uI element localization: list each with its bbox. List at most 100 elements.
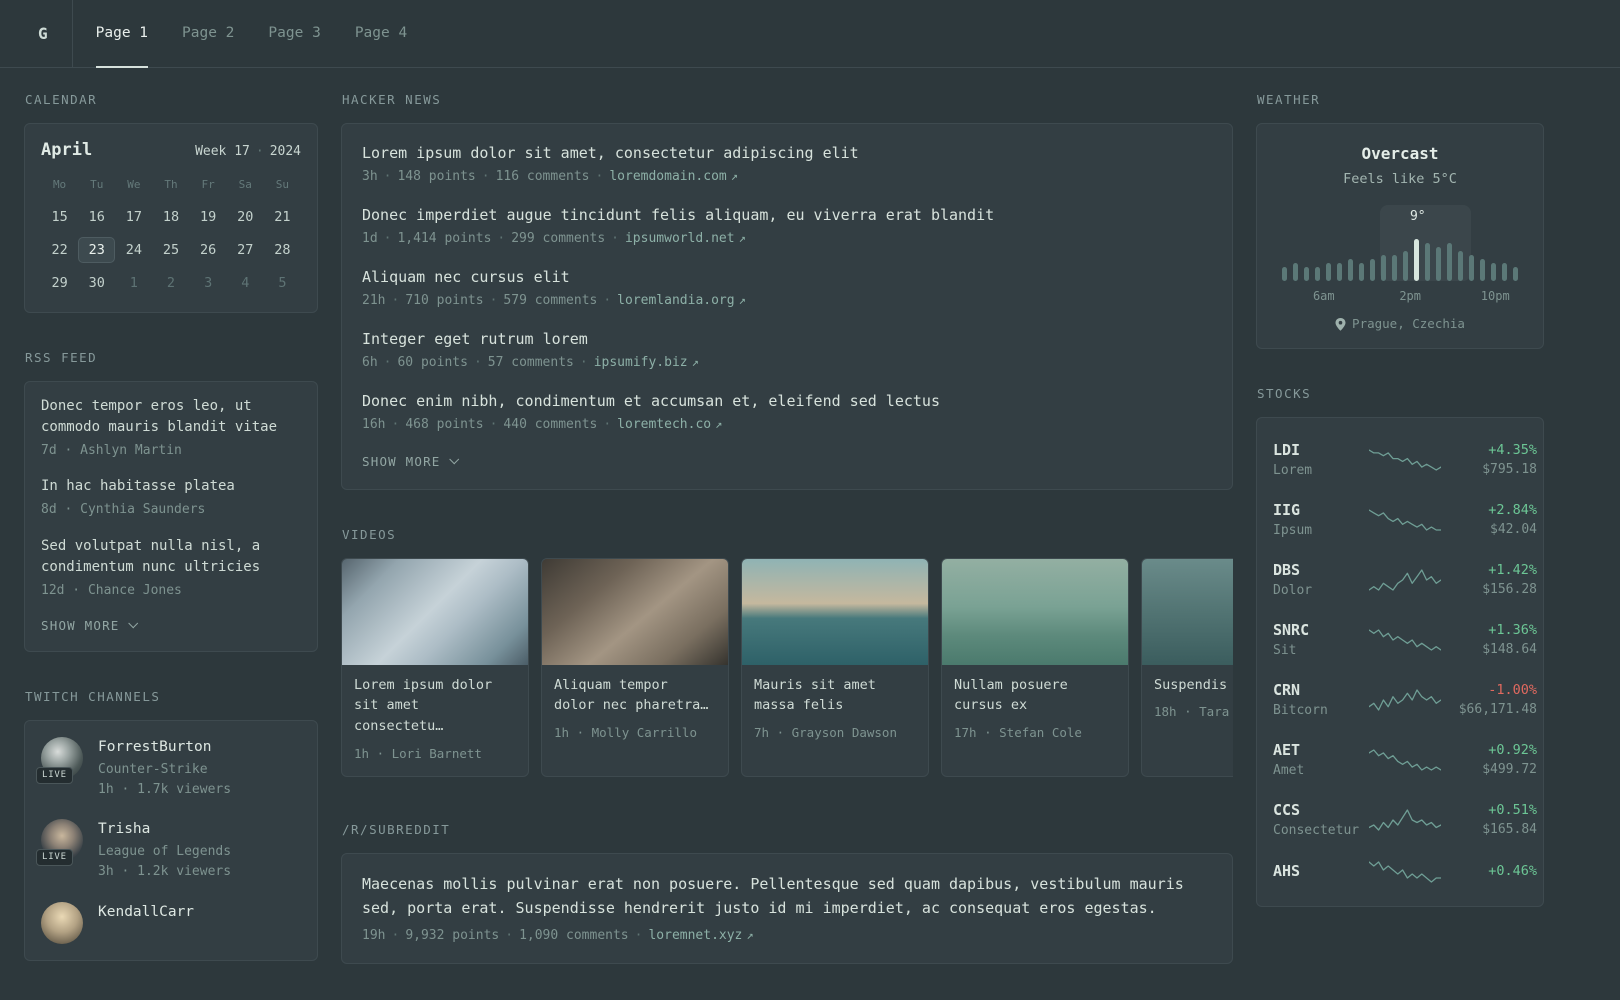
video-title: Suspendis diam (1154, 676, 1233, 693)
video-card[interactable]: Nullam posuere cursus ex 17h · Stefan Co… (941, 557, 1129, 778)
stock-row[interactable]: SNRC Sit +1.36% $148.64 (1273, 610, 1537, 670)
hn-item-title[interactable]: Donec enim nibh, condimentum et accumsan… (362, 390, 1212, 413)
video-title: Mauris sit amet massa felis (754, 676, 876, 714)
hn-item-comments-link[interactable]: 299 comments (511, 231, 605, 246)
stock-price: $148.64 (1482, 641, 1537, 657)
left-column: CALENDAR April Week 17 · 2024 Mo Tu We Th Fr Sa… (24, 91, 318, 997)
stock-name: Consectetur (1273, 823, 1360, 838)
stock-name: Amet (1273, 763, 1305, 778)
post-domain-link[interactable]: loremnet.xyz ↗ (648, 928, 753, 943)
hn-item-title[interactable]: Integer eget rutrum lorem (362, 328, 1212, 351)
stock-sparkline (1369, 507, 1441, 533)
hn-item-points: 1,414 points (397, 231, 492, 247)
right-column: WEATHER Overcast Feels like 5°C 9° 6am 2p… (1256, 91, 1544, 943)
separator: · (595, 169, 604, 185)
video-meta: 1h · Molly Carrillo (554, 725, 697, 741)
hacker-news-item: Integer eget rutrum lorem 6h · 60 points · 5… (362, 328, 1212, 373)
time-label: 6am (1312, 289, 1335, 303)
weather-condition: Overcast (1361, 143, 1439, 163)
calendar-dow-label: Th (164, 178, 178, 192)
hn-item-domain-link[interactable]: loremdomain.com ↗ (609, 169, 738, 184)
stock-name: Ipsum (1273, 523, 1313, 538)
hacker-news-list: Lorem ipsum dolor sit amet, consectetur … (362, 142, 1212, 435)
calendar-day: 17 (125, 208, 142, 225)
separator: · (603, 417, 612, 433)
twitch-channel-row[interactable]: LIVE Trisha League of Legends 3h · 1.2k … (36, 819, 301, 881)
post-comments-link[interactable]: 1,090 comments (519, 928, 629, 943)
stock-row[interactable]: AHS +0.46% (1273, 850, 1537, 894)
channel-meta: 3h · 1.2k viewers (98, 864, 232, 880)
hn-item-domain-link[interactable]: loremtech.co ↗ (617, 417, 722, 432)
stocks-widget: LDI Lorem +4.35% $795.18 IIG Ipsum +2.84… (1256, 416, 1544, 907)
twitch-channel-row[interactable]: LIVE KendallCarr (41, 901, 301, 944)
video-card[interactable]: Suspendis diam 18h · Tara (1141, 557, 1233, 778)
calendar-widget: April Week 17 · 2024 Mo Tu We Th Fr Sa Su 15 16 … (24, 122, 318, 313)
stock-row[interactable]: AET Amet +0.92% $499.72 (1273, 730, 1537, 790)
rss-item-title[interactable]: Donec tempor eros leo, ut commodo mauris… (41, 396, 301, 439)
rss-section-title: RSS FEED (25, 349, 98, 365)
twitch-channel-row[interactable]: LIVE ForrestBurton Counter-Strike 1h · 1… (36, 737, 301, 799)
video-card[interactable]: Aliquam tempor dolor nec pharetra… 1h · … (541, 557, 729, 778)
stock-row[interactable]: DBS Dolor +1.42% $156.28 (1273, 550, 1537, 610)
hn-item-points: 148 points (397, 169, 476, 185)
twitch-section-title: TWITCH CHANNELS (25, 689, 161, 705)
hn-item-comments-link[interactable]: 116 comments (496, 169, 590, 184)
rss-item-title[interactable]: In hac habitasse platea (41, 476, 301, 498)
stock-price: $795.18 (1482, 461, 1537, 477)
page-tab[interactable]: Page 3 (268, 0, 320, 67)
page-tabs: Page 1 Page 2 Page 3 Page 4 (73, 0, 407, 68)
page-tab[interactable]: Page 1 (95, 0, 149, 68)
live-badge: LIVE (36, 766, 73, 785)
calendar-dow-label: Fr (201, 178, 215, 192)
hn-item-title[interactable]: Donec imperdiet augue tincidunt felis al… (362, 204, 1212, 227)
hn-item-comments-link[interactable]: 579 comments (503, 293, 597, 308)
calendar-section: CALENDAR April Week 17 · 2024 Mo Tu We Th Fr Sa… (24, 91, 318, 313)
subreddit-post-title[interactable]: Maecenas mollis pulvinar erat non posuer… (362, 872, 1212, 920)
videos-section: VIDEOS Lorem ipsum dolor sit amet consec… (341, 526, 1233, 778)
page-tab[interactable]: Page 2 (182, 0, 234, 67)
video-card[interactable]: Lorem ipsum dolor sit amet consectetu… 1… (341, 557, 529, 778)
hn-item-age: 21h (362, 293, 386, 309)
hn-item-domain-link[interactable]: ipsumworld.net ↗ (625, 231, 746, 246)
stock-price: $499.72 (1482, 761, 1537, 777)
weather-section: WEATHER Overcast Feels like 5°C 9° 6am 2p… (1256, 91, 1544, 349)
hn-item-comments-link[interactable]: 440 comments (503, 417, 597, 432)
hn-item-domain-link[interactable]: loremlandia.org ↗ (617, 293, 746, 308)
hn-item-meta: 3h · 148 points · 116 comments · loremdomain.c… (362, 167, 1212, 187)
stock-price: $66,171.48 (1458, 701, 1537, 717)
stock-sparkline (1369, 687, 1441, 713)
separator: · (634, 927, 643, 943)
video-meta: 1h · Lori Barnett (354, 746, 482, 762)
stock-row[interactable]: CCS Consectetur +0.51% $165.84 (1273, 790, 1537, 850)
stock-row[interactable]: LDI Lorem +4.35% $795.18 (1273, 430, 1537, 490)
stock-price: $156.28 (1482, 581, 1537, 597)
hn-item-domain-link[interactable]: ipsumify.biz ↗ (594, 355, 699, 370)
video-card[interactable]: Mauris sit amet massa felis 7h · Grayson… (741, 557, 929, 778)
hn-item-meta: 21h · 710 points · 579 comments · loremlandia.… (362, 291, 1212, 311)
calendar-day-headers: Mo Tu We Th Fr Sa Su (41, 177, 301, 194)
video-title: Nullam posuere cursus ex (954, 676, 1068, 714)
rss-show-more-button[interactable]: SHOW MORE (41, 618, 138, 633)
chevron-down-icon (127, 618, 138, 629)
dashboard-content: CALENDAR April Week 17 · 2024 Mo Tu We Th Fr Sa… (0, 68, 1620, 1000)
calendar-day: 1 (129, 274, 138, 291)
external-link-icon: ↗ (730, 169, 738, 184)
stocks-section-title: STOCKS (1257, 385, 1312, 401)
calendar-dow-label: Su (275, 178, 290, 192)
stock-row[interactable]: IIG Ipsum +2.84% $42.04 (1273, 490, 1537, 550)
stock-change: +4.35% (1488, 441, 1537, 458)
stock-symbol: CCS (1273, 800, 1301, 819)
weather-time-labels: 6am 2pm 10pm (1273, 287, 1527, 305)
hn-show-more-button[interactable]: SHOW MORE (362, 454, 459, 469)
calendar-month: April (41, 139, 93, 160)
twitch-channel-list: LIVE ForrestBurton Counter-Strike 1h · 1… (36, 737, 301, 944)
hacker-news-widget: Lorem ipsum dolor sit amet, consectetur … (341, 122, 1233, 490)
hn-item-title[interactable]: Aliquam nec cursus elit (362, 266, 1212, 289)
stock-sparkline (1369, 747, 1441, 773)
stock-row[interactable]: CRN Bitcorn -1.00% $66,171.48 (1273, 670, 1537, 730)
hn-item-title[interactable]: Lorem ipsum dolor sit amet, consectetur … (362, 142, 1212, 165)
page-tab[interactable]: Page 4 (355, 0, 407, 67)
rss-item-title[interactable]: Sed volutpat nulla nisl, a condimentum n… (41, 536, 301, 579)
stock-price: $42.04 (1490, 521, 1537, 537)
hn-item-comments-link[interactable]: 57 comments (488, 355, 574, 370)
